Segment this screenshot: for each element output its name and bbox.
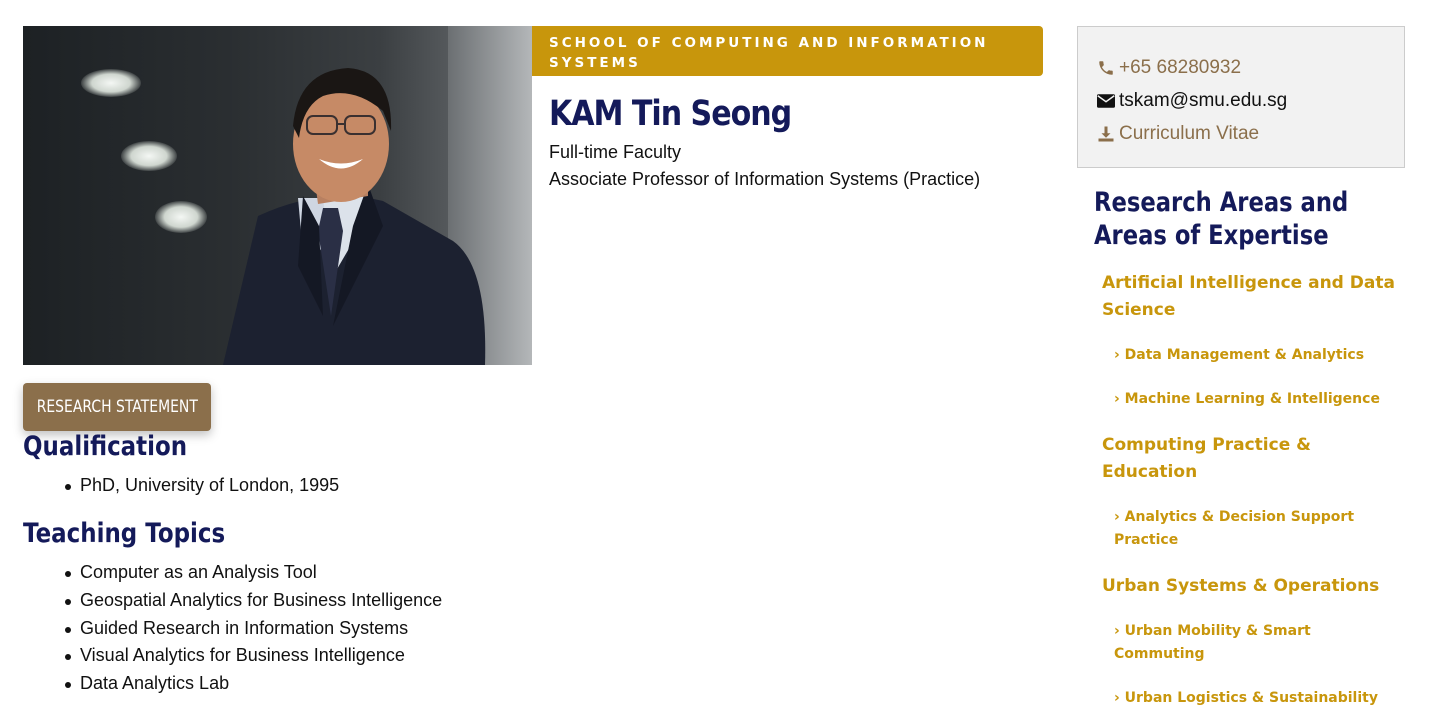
- research-statement-label: RESEARCH STATEMENT: [36, 397, 198, 417]
- list-item: Computer as an Analysis Tool: [62, 559, 442, 587]
- phone-link[interactable]: +65 68280932: [1096, 51, 1386, 84]
- research-statement-button[interactable]: RESEARCH STATEMENT: [23, 383, 211, 431]
- email-address: tskam@smu.edu.sg: [1119, 89, 1288, 111]
- teaching-topics-heading: Teaching Topics: [23, 518, 226, 549]
- research-areas-heading: Research Areas and Areas of Expertise: [1094, 187, 1349, 251]
- list-item: Visual Analytics for Business Intelligen…: [62, 642, 442, 670]
- person-portrait: [223, 68, 486, 365]
- list-item: Geospatial Analytics for Business Intell…: [62, 587, 442, 615]
- research-subcategory-link[interactable]: › Machine Learning & Intelligence: [1114, 388, 1384, 411]
- faculty-title: Associate Professor of Information Syste…: [549, 169, 981, 189]
- school-banner: SCHOOL OF COMPUTING AND INFORMATION SYST…: [532, 26, 1043, 76]
- research-subcategory-link[interactable]: › Analytics & Decision Support Practice: [1114, 506, 1384, 552]
- qualification-heading: Qualification: [23, 431, 188, 462]
- school-label: SCHOOL OF COMPUTING AND INFORMATION SYST…: [549, 35, 989, 71]
- research-category-link[interactable]: Urban Systems & Operations: [1102, 573, 1402, 600]
- research-subcategory-link[interactable]: › Data Management & Analytics: [1114, 344, 1384, 367]
- qualification-list: PhD, University of London, 1995: [62, 472, 339, 500]
- email-link[interactable]: tskam@smu.edu.sg: [1096, 84, 1386, 117]
- faculty-type: Full-time Faculty: [549, 142, 682, 162]
- research-category-link[interactable]: Computing Practice & Education: [1102, 432, 1402, 486]
- list-item: Guided Research in Information Systems: [62, 615, 442, 643]
- research-subcategory-link[interactable]: › Urban Logistics & Sustainability: [1114, 687, 1384, 710]
- research-category-link[interactable]: Artificial Intelligence and Data Science: [1102, 270, 1402, 324]
- phone-number: +65 68280932: [1119, 56, 1242, 78]
- phone-icon: [1096, 59, 1116, 77]
- research-subcategory-link[interactable]: › Urban Mobility & Smart Commuting: [1114, 620, 1384, 666]
- cv-label: Curriculum Vitae: [1119, 122, 1260, 144]
- teaching-topics-list: Computer as an Analysis Tool Geospatial …: [62, 559, 442, 698]
- contact-box: +65 68280932 tskam@smu.edu.sg Curriculum…: [1077, 26, 1405, 168]
- list-item: Data Analytics Lab: [62, 670, 442, 698]
- faculty-name: KAM Tin Seong: [549, 94, 792, 134]
- cv-link[interactable]: Curriculum Vitae: [1096, 117, 1386, 150]
- list-item: PhD, University of London, 1995: [62, 472, 339, 500]
- download-icon: [1096, 125, 1116, 143]
- envelope-icon: [1096, 92, 1116, 110]
- faculty-photo: [23, 26, 532, 365]
